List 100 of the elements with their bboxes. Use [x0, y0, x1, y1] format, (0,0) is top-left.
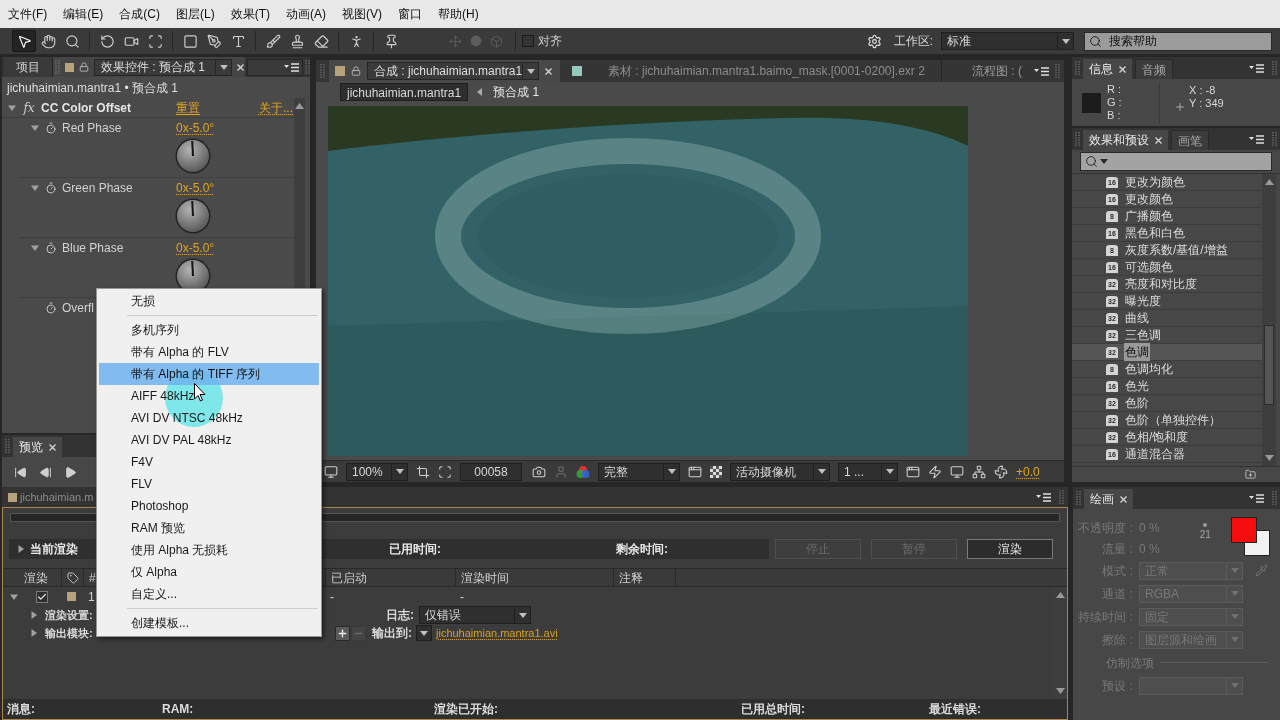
menu-item[interactable]: 帮助(H): [436, 5, 481, 23]
lightning-icon[interactable]: [928, 464, 942, 479]
disclosure-triangle-icon[interactable]: [31, 124, 39, 132]
corner-brackets-icon[interactable]: [438, 464, 452, 479]
disclosure-triangle-icon[interactable]: [31, 184, 39, 192]
grip-icon[interactable]: [55, 60, 60, 74]
checkbox[interactable]: [36, 590, 48, 603]
add-button[interactable]: [335, 625, 350, 641]
panel-tab[interactable]: 效果和预设: [1083, 130, 1168, 150]
up-arrow-icon[interactable]: [1264, 179, 1274, 185]
stopwatch-icon[interactable]: [45, 302, 57, 314]
search-field[interactable]: 搜索帮助: [1084, 31, 1272, 51]
stopwatch-icon[interactable]: [45, 122, 57, 134]
disclosure-triangle-icon[interactable]: [17, 545, 25, 553]
close-icon[interactable]: [1119, 65, 1126, 73]
log-dropdown[interactable]: 仅错误: [419, 606, 531, 624]
scrollbar[interactable]: [1262, 174, 1276, 466]
menu-item[interactable]: 自定义...: [99, 583, 319, 605]
menu-item[interactable]: 动画(A): [284, 5, 328, 23]
disclosure-triangle-icon[interactable]: [31, 244, 39, 252]
monitor-icon[interactable]: [950, 464, 964, 479]
up-arrow-icon[interactable]: [1055, 592, 1065, 598]
menu-item[interactable]: 使用 Alpha 无损耗: [99, 539, 319, 561]
fan-icon[interactable]: [994, 464, 1008, 479]
panel-tab[interactable]: 素材 : jichuhaimian.mantra1.baimo_mask.[0001-0200].exr 2: [560, 60, 925, 82]
window-icon[interactable]: [688, 464, 702, 479]
timecode-field[interactable]: 00058: [460, 462, 522, 481]
grip-icon[interactable]: [1075, 132, 1080, 146]
grip-icon[interactable]: [1272, 491, 1277, 505]
grip-icon[interactable]: [1059, 490, 1064, 504]
tab-dropdown[interactable]: 效果控件 : 预合成 1: [94, 58, 232, 76]
gear-icon[interactable]: [866, 33, 882, 49]
angle-dial[interactable]: [175, 138, 211, 174]
play-icon[interactable]: [64, 465, 77, 479]
grip-icon[interactable]: [1272, 132, 1277, 146]
down-arrow-icon[interactable]: [1055, 688, 1065, 694]
tab-dropdown[interactable]: 合成 : jichuhaimian.mantra1: [367, 62, 539, 80]
panel-menu-icon[interactable]: [1249, 493, 1264, 503]
checkerboard-icon[interactable]: [710, 465, 722, 478]
grip-icon[interactable]: [305, 60, 310, 74]
panel-menu-icon[interactable]: [1036, 492, 1051, 502]
effect-toggle[interactable]: fx: [22, 101, 36, 114]
menu-item[interactable]: 无损: [99, 290, 319, 312]
menu-item[interactable]: 图层(L): [174, 5, 217, 23]
menu-item[interactable]: 带有 Alpha 的 TIFF 序列: [99, 363, 319, 385]
panel-menu-icon[interactable]: [284, 62, 299, 72]
zoom-dropdown[interactable]: 100%: [346, 462, 408, 481]
panel-menu-icon[interactable]: [1249, 63, 1264, 73]
menu-item[interactable]: 文件(F): [6, 5, 50, 23]
output-file-link[interactable]: jichuhaimian.mantra1.avi: [436, 624, 558, 642]
left-triangle-icon[interactable]: [477, 88, 483, 96]
grip-icon[interactable]: [1272, 61, 1277, 75]
panel-menu-icon[interactable]: [1249, 134, 1264, 144]
views-dropdown[interactable]: 1 ...: [838, 462, 898, 481]
disclosure-triangle-icon[interactable]: [10, 592, 18, 601]
rgb-circles-icon[interactable]: [576, 464, 590, 479]
menu-item[interactable]: AIFF 48kHz: [99, 385, 319, 407]
breadcrumb-item[interactable]: 预合成 1: [491, 83, 542, 101]
menu-item[interactable]: 窗口: [396, 5, 424, 23]
angle-dial[interactable]: [175, 198, 211, 234]
grip-icon[interactable]: [1075, 61, 1080, 75]
disclosure-triangle-icon[interactable]: [30, 611, 38, 619]
new-folder-icon[interactable]: [1245, 469, 1256, 480]
menu-item[interactable]: 编辑(E): [61, 5, 106, 23]
panel-options-dropdown[interactable]: [247, 58, 303, 76]
panel-tab[interactable]: 合成 : jichuhaimian.mantra1: [329, 60, 560, 82]
menu-item[interactable]: RAM 预览: [99, 517, 319, 539]
stopwatch-icon[interactable]: [45, 242, 57, 254]
property-value[interactable]: 0x-5.0°: [176, 179, 215, 197]
network-icon[interactable]: [972, 464, 986, 479]
close-icon[interactable]: [49, 443, 56, 451]
property-value[interactable]: 0x-5.0°: [176, 239, 215, 257]
down-arrow-icon[interactable]: [1264, 455, 1274, 461]
menu-item[interactable]: F4V: [99, 451, 319, 473]
first-frame-icon[interactable]: [14, 465, 27, 479]
camera-dropdown[interactable]: 活动摄像机: [730, 462, 830, 481]
close-icon[interactable]: [545, 67, 552, 75]
exposure-value[interactable]: +0.0: [1016, 462, 1040, 481]
label-color-icon[interactable]: [67, 592, 76, 601]
panel-tab[interactable]: jichuhaimian.m: [4, 488, 98, 507]
panel-tab[interactable]: 效果控件 : 预合成 1: [53, 57, 245, 77]
menu-item[interactable]: AVI DV PAL 48kHz: [99, 429, 319, 451]
breadcrumb-item[interactable]: jichuhaimian.mantra1: [340, 83, 469, 101]
camera-icon[interactable]: [532, 464, 546, 479]
menu-item[interactable]: 带有 Alpha 的 FLV: [99, 341, 319, 363]
search-field[interactable]: [1080, 152, 1272, 171]
panel-tab[interactable]: 项目: [4, 57, 53, 77]
tool-button[interactable]: [12, 30, 36, 52]
action-button[interactable]: 渲染: [967, 539, 1053, 559]
menu-item[interactable]: Photoshop: [99, 495, 319, 517]
menu-item[interactable]: AVI DV NTSC 48kHz: [99, 407, 319, 429]
close-icon[interactable]: [237, 63, 244, 71]
menu-item[interactable]: 效果(T): [228, 5, 272, 23]
stopwatch-icon[interactable]: [45, 182, 57, 194]
up-arrow-icon[interactable]: [295, 103, 304, 109]
resolution-dropdown[interactable]: 完整: [598, 462, 680, 481]
menu-item[interactable]: 合成(C): [117, 5, 162, 23]
workspace-dropdown[interactable]: 标准: [941, 32, 1074, 50]
previous-frame-icon[interactable]: [39, 465, 52, 479]
menu-item[interactable]: 仅 Alpha: [99, 561, 319, 583]
